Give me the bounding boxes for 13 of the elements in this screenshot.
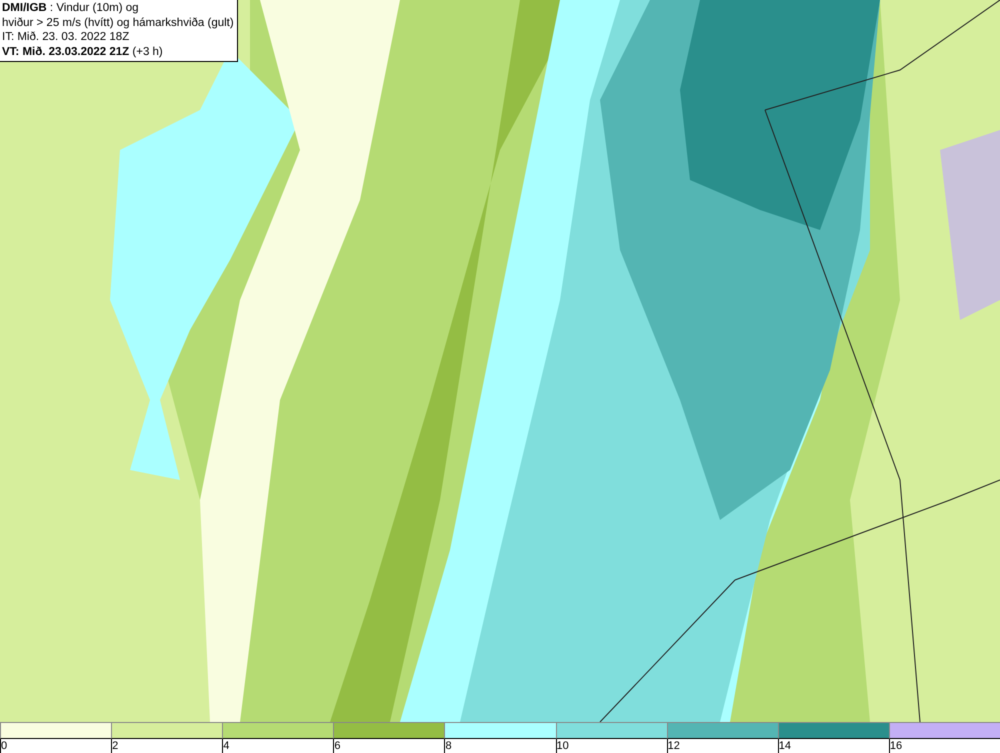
legend-label: 4 xyxy=(222,739,230,753)
legend-label: 14 xyxy=(778,739,792,753)
legend-label: 6 xyxy=(333,739,340,753)
legend-label: 2 xyxy=(111,739,118,753)
caption-line: IT: Mið. 23. 03. 2022 18Z xyxy=(2,30,130,44)
legend-label: 16 xyxy=(888,739,902,753)
legend-label: 10 xyxy=(556,739,569,753)
legend-label: 0 xyxy=(0,739,8,753)
caption-line: VT: Mið. 23.03.2022 21Z (+3 h) xyxy=(2,44,164,59)
caption-line: DMI/IGB : Vindur (10m) og xyxy=(2,1,140,16)
legend-label: 12 xyxy=(666,739,680,753)
legend-label: 8 xyxy=(444,739,452,753)
caption-line: hviður > 25 m/s (hvítt) og hámarkshviða (gult) xyxy=(2,16,234,30)
